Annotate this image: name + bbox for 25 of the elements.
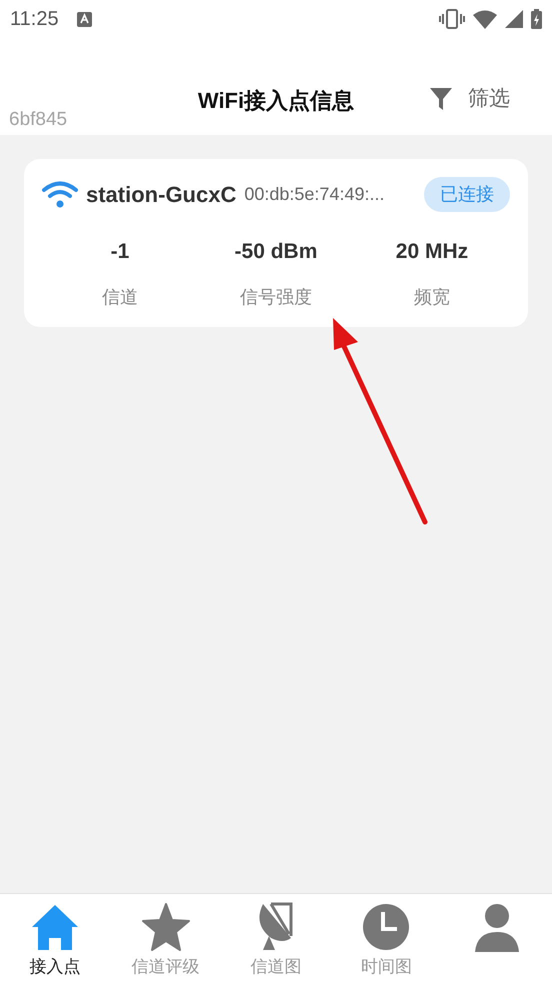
bssid-text: 00:db:5e:74:49:...: [244, 183, 384, 206]
filter-icon: [430, 88, 452, 110]
filter-button[interactable]: 筛选: [430, 83, 510, 114]
clock-icon: [361, 902, 412, 952]
status-time: 11:25: [10, 7, 59, 32]
wifi-status-icon: [473, 10, 497, 28]
star-icon: [140, 902, 191, 952]
battery-icon: [531, 9, 542, 29]
keyboard-icon: [76, 12, 92, 26]
home-icon: [30, 902, 80, 952]
vibrate-icon: [439, 9, 465, 29]
page-title: WiFi接入点信息: [198, 87, 354, 115]
access-point-card[interactable]: station-GucxC 00:db:5e:74:49:... 已连接 -1 信道 -50 dBm 信号强度 20 MHz 频宽: [24, 159, 528, 326]
stat-label: 信号强度: [240, 286, 312, 308]
build-id: 6bf845: [9, 108, 68, 132]
stat-value: 20 MHz: [396, 239, 468, 265]
stat-label: 频宽: [414, 286, 450, 308]
signal-icon: [505, 10, 523, 28]
nav-tab[interactable]: 接入点: [0, 898, 110, 981]
wifi-icon: [42, 181, 78, 208]
stat-value: -50 dBm: [234, 239, 318, 265]
ssid-text: station-GucxC: [86, 181, 236, 209]
stat-value: -1: [110, 239, 130, 265]
connection-status-badge: 已连接: [424, 177, 510, 212]
stat-label: 信道: [102, 286, 138, 308]
